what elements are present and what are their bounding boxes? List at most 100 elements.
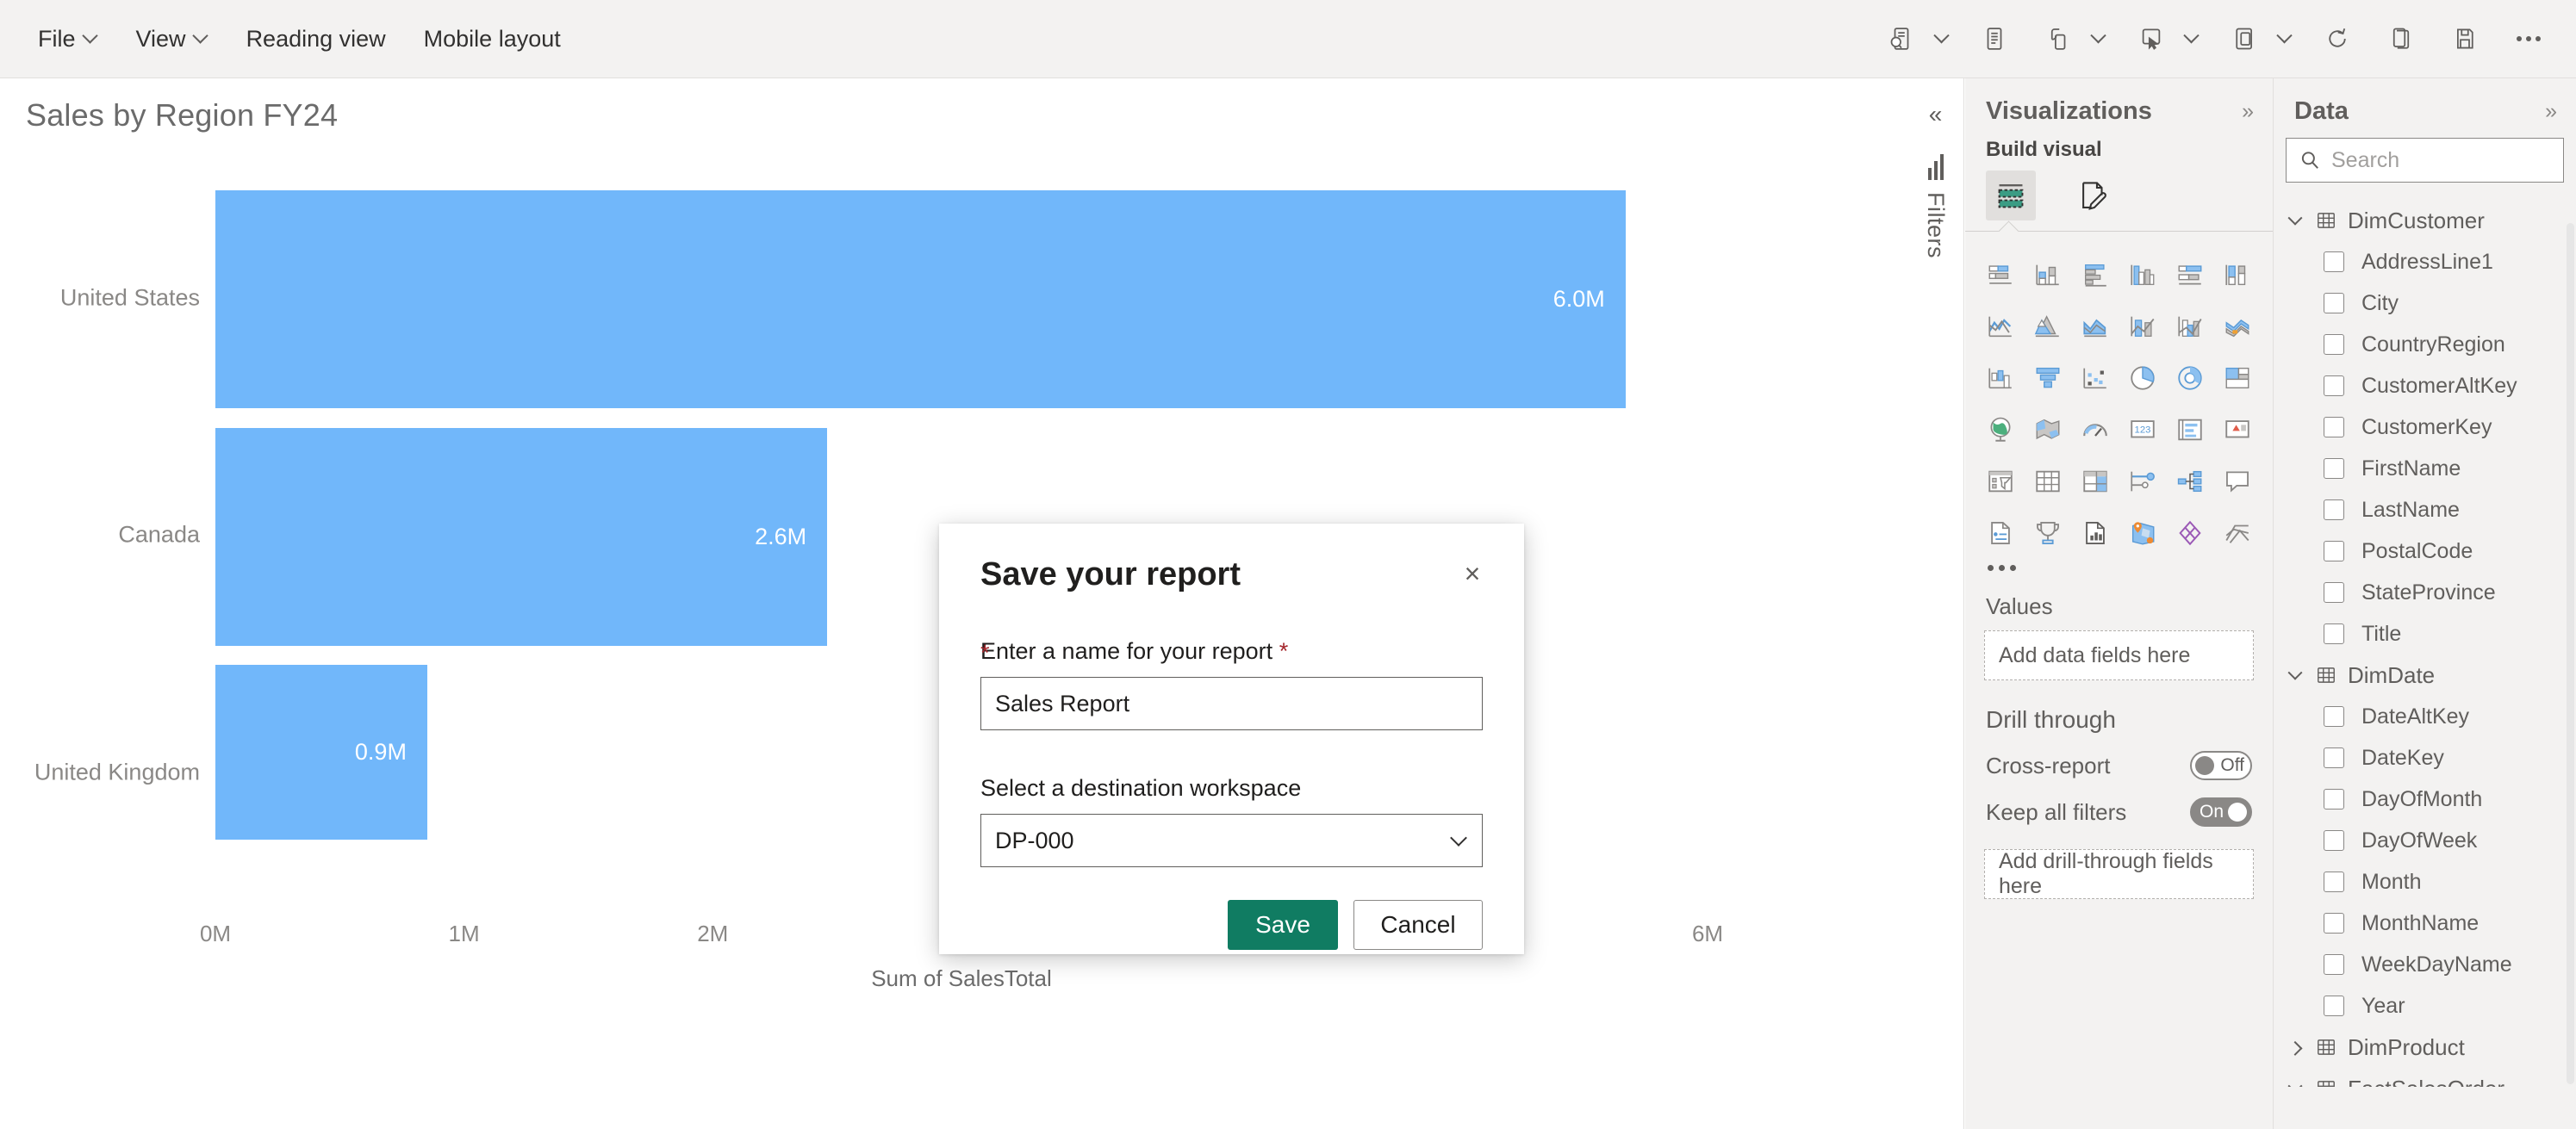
field-row[interactable]: DateAltKey xyxy=(2274,696,2576,737)
map-icon[interactable] xyxy=(1977,408,2023,451)
field-checkbox[interactable] xyxy=(2324,293,2344,313)
menu-item-mobile-layout[interactable]: Mobile layout xyxy=(405,15,580,63)
field-checkbox[interactable] xyxy=(2324,830,2344,851)
metrics-icon[interactable] xyxy=(2025,512,2070,555)
field-row[interactable]: CustomerKey xyxy=(2274,406,2576,448)
stacked-column-chart-icon[interactable] xyxy=(2025,253,2070,296)
bar-united-states[interactable]: 6.0M xyxy=(215,190,1626,408)
report-name-input[interactable]: Sales Report xyxy=(980,677,1483,730)
field-checkbox[interactable] xyxy=(2324,706,2344,727)
chevron-down-icon[interactable] xyxy=(2176,14,2206,64)
selection-pointer-icon[interactable] xyxy=(2126,14,2176,64)
100-percent-stacked-bar-chart-icon[interactable] xyxy=(2168,253,2213,296)
menu-item-view[interactable]: View xyxy=(117,15,227,63)
paginated-report-icon[interactable] xyxy=(2072,512,2118,555)
azure-map-icon[interactable] xyxy=(2120,512,2166,555)
expand-chevron-icon[interactable]: » xyxy=(2545,99,2557,124)
decomposition-tree-icon[interactable] xyxy=(2168,460,2213,503)
collapse-chevron-icon[interactable]: « xyxy=(1917,96,1955,133)
kpi-icon[interactable] xyxy=(2215,408,2261,451)
field-row[interactable]: Year xyxy=(2274,985,2576,1027)
field-checkbox[interactable] xyxy=(2324,251,2344,272)
chevron-down-icon[interactable] xyxy=(1926,14,1956,64)
field-checkbox[interactable] xyxy=(2324,334,2344,355)
cross-report-toggle[interactable]: Off xyxy=(2190,751,2252,780)
field-row[interactable]: FirstName xyxy=(2274,448,2576,489)
clustered-column-chart-icon[interactable] xyxy=(2120,253,2166,296)
format-paint-icon[interactable] xyxy=(2069,171,2119,220)
field-checkbox[interactable] xyxy=(2324,913,2344,934)
stacked-bar-chart-icon[interactable] xyxy=(1977,253,2023,296)
duplicate-page-icon[interactable] xyxy=(2376,14,2426,64)
matrix-icon[interactable] xyxy=(2072,460,2118,503)
waterfall-chart-icon[interactable] xyxy=(1977,357,2023,400)
field-checkbox[interactable] xyxy=(2324,375,2344,396)
stacked-area-chart-icon[interactable] xyxy=(2072,305,2118,348)
field-row[interactable]: LastName xyxy=(2274,489,2576,530)
field-checkbox[interactable] xyxy=(2324,954,2344,975)
field-row[interactable]: DateKey xyxy=(2274,737,2576,779)
table-node-dimdate[interactable]: DimDate xyxy=(2274,654,2576,696)
workspace-select[interactable]: DP-000 xyxy=(980,814,1483,867)
card-icon[interactable]: 123 xyxy=(2120,408,2166,451)
filled-map-icon[interactable] xyxy=(2025,408,2070,451)
power-apps-icon[interactable] xyxy=(2168,512,2213,555)
clustered-bar-chart-icon[interactable] xyxy=(2072,253,2118,296)
field-checkbox[interactable] xyxy=(2324,458,2344,479)
table-node-dimcustomer[interactable]: DimCustomer xyxy=(2274,200,2576,241)
field-checkbox[interactable] xyxy=(2324,996,2344,1016)
page-copy-icon[interactable] xyxy=(2219,14,2269,64)
filters-pane-collapsed[interactable]: « Filters xyxy=(1907,78,1964,1129)
chevron-down-icon[interactable] xyxy=(2083,14,2112,64)
pie-chart-icon[interactable] xyxy=(2120,357,2166,400)
cancel-button[interactable]: Cancel xyxy=(1353,900,1483,950)
ribbon-chart-icon[interactable] xyxy=(2215,305,2261,348)
multi-row-card-icon[interactable] xyxy=(2168,408,2213,451)
smart-narrative-icon[interactable] xyxy=(1977,512,2023,555)
100-percent-stacked-column-chart-icon[interactable] xyxy=(2215,253,2261,296)
keep-all-filters-toggle[interactable]: On xyxy=(2190,797,2252,827)
chevron-down-icon[interactable] xyxy=(2286,210,2305,226)
r-script-visual-icon[interactable] xyxy=(2215,512,2261,555)
field-row[interactable]: CustomerAltKey xyxy=(2274,365,2576,406)
bar-row[interactable]: 6.0M xyxy=(215,190,1708,408)
table-node-dimproduct[interactable]: DimProduct xyxy=(2274,1027,2576,1068)
table-node-factsalesorder[interactable]: FactSalesOrder xyxy=(2274,1068,2576,1087)
line-and-clustered-column-chart-icon[interactable] xyxy=(2168,305,2213,348)
field-row[interactable]: City xyxy=(2274,282,2576,324)
field-checkbox[interactable] xyxy=(2324,789,2344,810)
chevron-down-icon[interactable] xyxy=(2269,14,2299,64)
line-and-stacked-column-chart-icon[interactable] xyxy=(2120,305,2166,348)
close-icon[interactable]: × xyxy=(1455,556,1490,591)
field-row[interactable]: DayOfWeek xyxy=(2274,820,2576,861)
save-button[interactable]: Save xyxy=(1228,900,1338,950)
slicer-icon[interactable] xyxy=(1977,460,2023,503)
field-checkbox[interactable] xyxy=(2324,541,2344,561)
bar-canada[interactable]: 2.6M xyxy=(215,428,828,646)
text-box-icon[interactable] xyxy=(1969,14,2019,64)
search-input[interactable]: Search xyxy=(2286,138,2564,183)
more-visuals-icon[interactable] xyxy=(1965,560,2273,571)
data-pane-scrollbar[interactable] xyxy=(2567,223,2574,1084)
field-checkbox[interactable] xyxy=(2324,417,2344,437)
donut-chart-icon[interactable] xyxy=(2168,357,2213,400)
line-chart-icon[interactable] xyxy=(1977,305,2023,348)
field-checkbox[interactable] xyxy=(2324,872,2344,892)
refresh-icon[interactable] xyxy=(2312,14,2362,64)
more-options-icon[interactable] xyxy=(2504,14,2554,64)
chevron-down-icon[interactable] xyxy=(2286,665,2305,680)
drill-through-dropzone[interactable]: Add drill-through fields here xyxy=(1984,849,2254,899)
values-dropzone[interactable]: Add data fields here xyxy=(1984,630,2254,680)
field-row[interactable]: MonthName xyxy=(2274,903,2576,944)
chevron-right-icon[interactable] xyxy=(2286,1040,2305,1056)
expand-chevron-icon[interactable]: » xyxy=(2242,99,2254,124)
key-influencers-icon[interactable] xyxy=(2120,460,2166,503)
scatter-chart-icon[interactable] xyxy=(2072,357,2118,400)
field-row[interactable]: PostalCode xyxy=(2274,530,2576,572)
menu-item-file[interactable]: File xyxy=(19,15,117,63)
field-row[interactable]: StateProvince xyxy=(2274,572,2576,613)
field-checkbox[interactable] xyxy=(2324,499,2344,520)
treemap-icon[interactable] xyxy=(2215,357,2261,400)
qa-icon[interactable] xyxy=(2215,460,2261,503)
area-chart-icon[interactable] xyxy=(2025,305,2070,348)
